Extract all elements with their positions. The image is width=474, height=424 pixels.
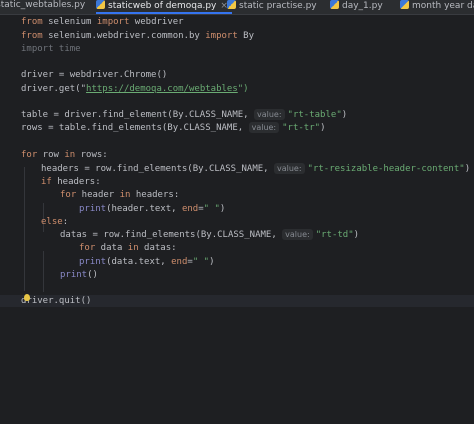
indent-guide bbox=[24, 167, 25, 291]
code-text: rows = table.find_elements(By.CLASS_NAME… bbox=[21, 123, 249, 133]
code-text: ) bbox=[353, 230, 360, 240]
tab-day-1[interactable]: day_1.py bbox=[330, 0, 383, 14]
python-file-icon bbox=[400, 0, 409, 9]
code-text: driver.get(" bbox=[21, 84, 87, 94]
keyword: in bbox=[119, 190, 131, 200]
code-text: headers: bbox=[51, 177, 101, 187]
keyword: for bbox=[21, 150, 38, 160]
code-line-19[interactable]: print(data.text, end=" ") bbox=[79, 256, 215, 268]
code-line-5[interactable]: driver = webdriver.Chrome() bbox=[21, 69, 167, 81]
code-text: ) bbox=[209, 257, 215, 267]
python-file-icon bbox=[96, 0, 105, 9]
code-line-9[interactable]: rows = table.find_elements(By.CLASS_NAME… bbox=[21, 122, 325, 134]
string-literal: "rt-table" bbox=[287, 110, 342, 120]
lightbulb-icon[interactable] bbox=[24, 294, 30, 301]
code-line-15[interactable]: print(header.text, end=" ") bbox=[79, 203, 225, 215]
tab-staticweb-of-demoqa[interactable]: staticweb of demoqa.py × bbox=[96, 0, 232, 14]
code-line-13[interactable]: if headers: bbox=[41, 176, 101, 188]
keyword-argument: end bbox=[181, 204, 199, 214]
code-text: driver = webdriver.Chrome() bbox=[21, 70, 168, 80]
code-text: () bbox=[87, 270, 98, 280]
tab-label: static_webtables.py bbox=[0, 0, 86, 10]
code-line-6[interactable]: driver.get("https://demoqa.com/webtables… bbox=[21, 83, 249, 95]
code-line-1[interactable]: from selenium import webdriver bbox=[21, 16, 184, 28]
builtin-function: print bbox=[60, 270, 88, 280]
keyword: for bbox=[79, 243, 96, 253]
code-text: headers: bbox=[130, 190, 180, 200]
string-literal: " " bbox=[192, 257, 210, 267]
tab-static-webtables[interactable]: static_webtables.py bbox=[0, 0, 85, 14]
code-text: (header.text, bbox=[106, 204, 182, 214]
unused-import: import time bbox=[21, 44, 81, 54]
parameter-hint: value: bbox=[282, 229, 313, 240]
tab-label: static practise.py bbox=[239, 1, 317, 11]
parameter-hint: value: bbox=[254, 109, 285, 120]
code-text: table = driver.find_element(By.CLASS_NAM… bbox=[21, 110, 254, 120]
code-text: ) bbox=[219, 204, 226, 214]
keyword: in bbox=[64, 150, 76, 160]
code-text: datas: bbox=[138, 243, 177, 253]
string-literal: " " bbox=[203, 204, 220, 214]
tab-static-practise[interactable]: static practise.py bbox=[227, 0, 317, 14]
code-line-16[interactable]: else: bbox=[41, 216, 68, 228]
python-file-icon bbox=[227, 0, 236, 9]
string-literal: "rt-resizable-header-content" bbox=[307, 164, 465, 174]
url-link[interactable]: https://demoqa.com/webtables bbox=[86, 84, 238, 94]
code-line-2[interactable]: from selenium.webdriver.common.by import… bbox=[21, 30, 254, 42]
code-text: : bbox=[62, 217, 69, 227]
keyword: from bbox=[21, 17, 43, 27]
code-text: ) bbox=[341, 110, 348, 120]
keyword: import bbox=[96, 17, 130, 27]
builtin-function: print bbox=[79, 257, 107, 267]
keyword: else bbox=[41, 217, 63, 227]
code-text: data bbox=[95, 243, 128, 253]
builtin-function: print bbox=[79, 204, 107, 214]
code-text: datas = row.find_elements(By.CLASS_NAME, bbox=[60, 230, 283, 240]
code-line-12[interactable]: headers = row.find_elements(By.CLASS_NAM… bbox=[41, 163, 470, 175]
keyword-argument: end bbox=[171, 257, 188, 267]
code-line-18[interactable]: for data in datas: bbox=[79, 242, 177, 254]
code-line-17[interactable]: datas = row.find_elements(By.CLASS_NAME,… bbox=[60, 229, 359, 241]
keyword: for bbox=[60, 190, 77, 200]
keyword: in bbox=[127, 243, 139, 253]
tab-month-year-day[interactable]: month year day bbox=[400, 0, 474, 14]
editor-tab-bar: static_webtables.py staticweb of demoqa.… bbox=[0, 0, 474, 15]
code-line-20[interactable]: print() bbox=[60, 269, 98, 281]
code-line-3[interactable]: import time bbox=[21, 43, 81, 55]
imported-name: webdriver bbox=[129, 17, 184, 27]
tab-label: month year day bbox=[412, 1, 474, 11]
module-name: selenium.webdriver.common.by bbox=[42, 31, 206, 41]
parameter-hint: value: bbox=[274, 163, 305, 174]
code-line-22[interactable]: driver.quit() bbox=[21, 295, 91, 307]
tab-label: staticweb of demoqa.py bbox=[108, 1, 217, 11]
code-text: headers = row.find_elements(By.CLASS_NAM… bbox=[41, 164, 274, 174]
parameter-hint: value: bbox=[248, 122, 280, 133]
python-file-icon bbox=[330, 0, 339, 9]
code-text: driver.quit() bbox=[21, 296, 92, 306]
code-line-11[interactable]: for row in rows: bbox=[21, 149, 108, 161]
imported-name: By bbox=[237, 31, 255, 41]
ide-window: static_webtables.py staticweb of demoqa.… bbox=[0, 0, 474, 424]
code-text: header bbox=[76, 190, 120, 200]
code-text: row bbox=[37, 150, 65, 160]
code-text: ") bbox=[237, 84, 249, 94]
code-line-14[interactable]: for header in headers: bbox=[60, 189, 179, 201]
code-line-8[interactable]: table = driver.find_element(By.CLASS_NAM… bbox=[21, 109, 347, 121]
keyword: if bbox=[41, 177, 52, 187]
active-tab-indicator bbox=[96, 12, 232, 14]
keyword: from bbox=[21, 31, 43, 41]
code-text: rows: bbox=[75, 150, 108, 160]
tab-label: day_1.py bbox=[342, 1, 383, 11]
keyword: import bbox=[205, 31, 238, 41]
string-literal: "rt-td" bbox=[315, 230, 354, 240]
string-literal: "rt-tr" bbox=[282, 123, 321, 133]
code-text: ) bbox=[320, 123, 326, 133]
code-text: ) bbox=[464, 164, 471, 174]
module-name: selenium bbox=[42, 17, 97, 27]
indent-guide bbox=[43, 251, 44, 292]
code-text: (data.text, bbox=[106, 257, 172, 267]
